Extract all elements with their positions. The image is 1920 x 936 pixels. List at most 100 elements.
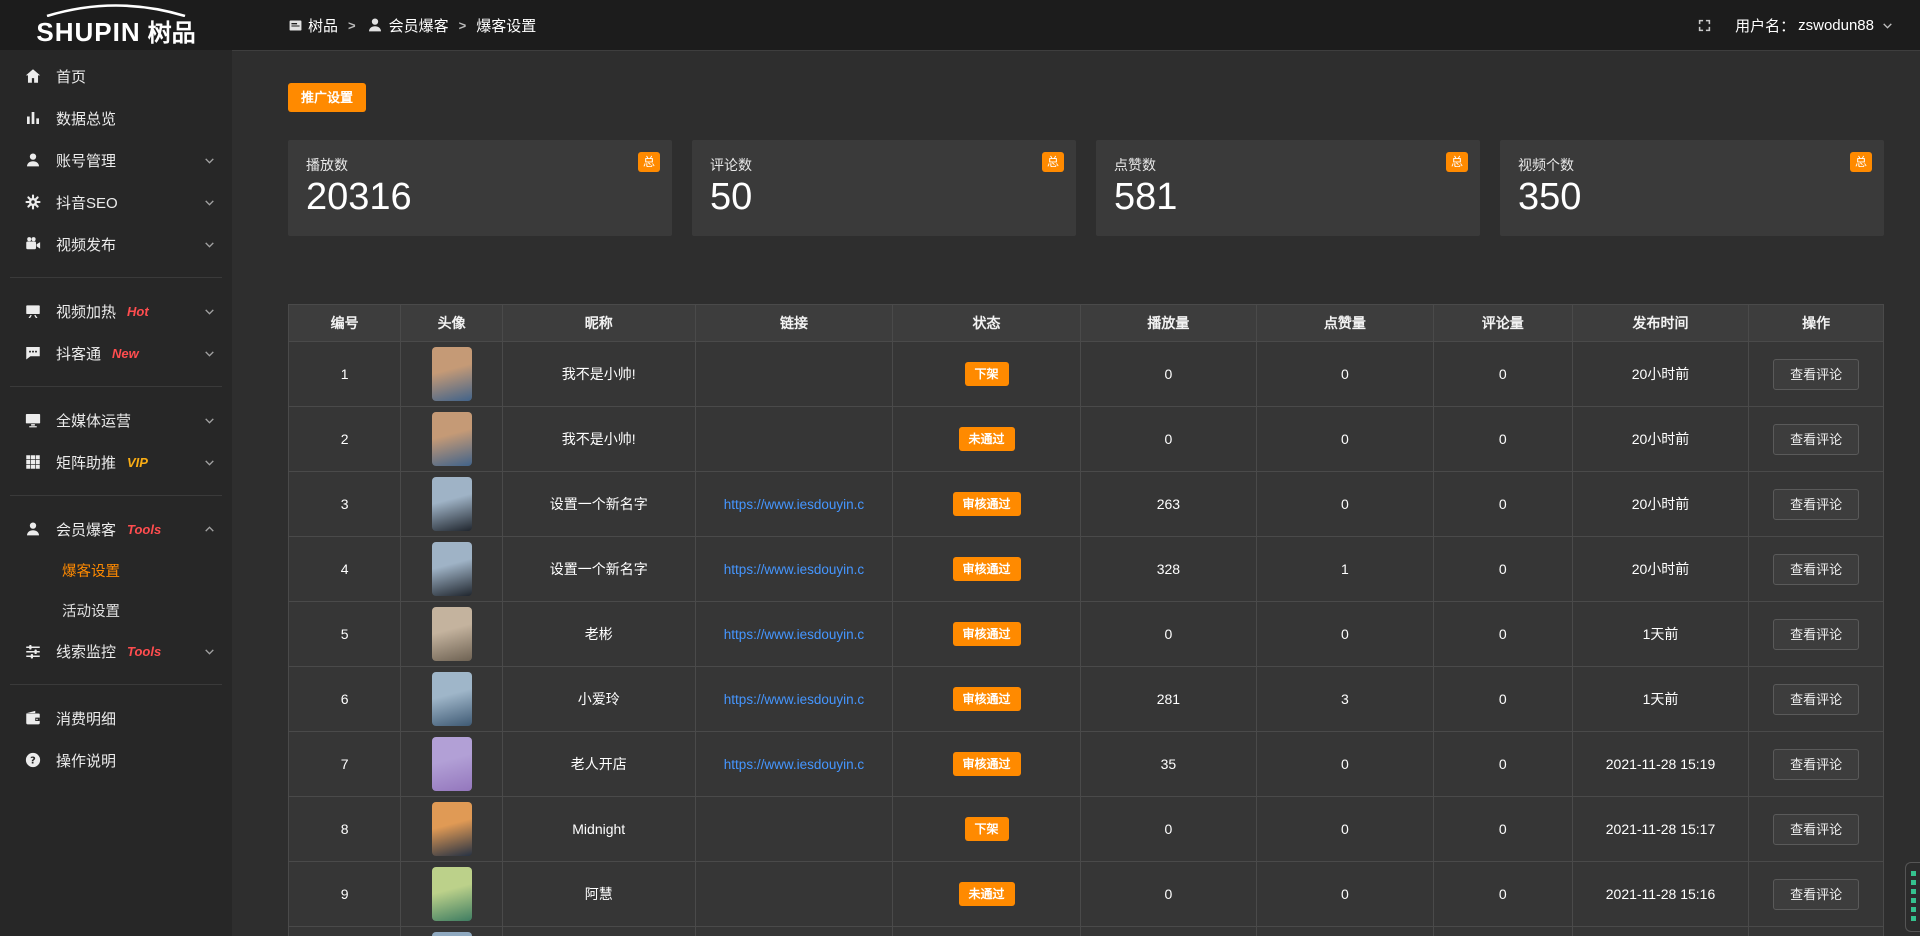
cell-plays	[1081, 927, 1258, 936]
status-button[interactable]: 未通过	[959, 882, 1015, 906]
chevron-down-icon	[203, 645, 216, 658]
sidebar-item[interactable]: 视频发布	[0, 223, 232, 265]
user-menu[interactable]: 用户名： zswodun88	[1735, 15, 1894, 36]
sidebar-item[interactable]: 首页	[0, 55, 232, 97]
cell-status: 审核通过	[893, 602, 1080, 666]
sidebar-subitem[interactable]: 爆客设置	[0, 550, 232, 590]
sidebar-item[interactable]: 抖客通 New	[0, 332, 232, 374]
table-row: 6 小爱玲 https://www.iesdouyin.c 审核通过 281 3	[289, 667, 1883, 732]
cell-avatar	[401, 732, 503, 796]
stat-value: 350	[1518, 177, 1866, 219]
sidebar-item[interactable]: 抖音SEO	[0, 181, 232, 223]
stat-label: 点赞数	[1114, 155, 1462, 175]
sidebar-item[interactable]: 视频加热 Hot	[0, 290, 232, 332]
sidebar-divider	[10, 386, 222, 387]
video-link[interactable]: https://www.iesdouyin.c	[724, 757, 864, 772]
sidebar-item[interactable]: 矩阵助推 VIP	[0, 441, 232, 483]
brand-logo: SHUPIN 树品	[0, 2, 232, 48]
column-header: 链接	[696, 305, 894, 341]
view-comments-button[interactable]: 查看评论	[1773, 359, 1859, 390]
view-comments-button[interactable]: 查看评论	[1773, 879, 1859, 910]
svg-text:?: ?	[30, 755, 36, 766]
sidebar: 首页 数据总览	[0, 50, 232, 936]
brand-name-en: SHUPIN	[36, 17, 140, 48]
cell-link: https://www.iesdouyin.c	[696, 472, 894, 536]
view-comments-button[interactable]: 查看评论	[1773, 749, 1859, 780]
sidebar-item[interactable]: 账号管理	[0, 139, 232, 181]
cell-status: 下架	[893, 342, 1080, 406]
cell-link: https://www.iesdouyin.c	[696, 537, 894, 601]
cell-number: 7	[289, 732, 401, 796]
cell-avatar	[401, 407, 503, 471]
sidebar-item-label: 会员爆客	[56, 519, 116, 540]
cell-plays: 0	[1081, 602, 1258, 666]
cell-plays: 0	[1081, 797, 1258, 861]
cell-nickname: Midnight	[503, 797, 696, 861]
video-link[interactable]: https://www.iesdouyin.c	[724, 627, 864, 642]
cell-status: 审核通过	[893, 537, 1080, 601]
view-comments-button[interactable]: 查看评论	[1773, 489, 1859, 520]
view-comments-button[interactable]: 查看评论	[1773, 619, 1859, 650]
breadcrumb-item[interactable]: 爆客设置	[476, 15, 536, 36]
stat-label: 视频个数	[1518, 155, 1866, 175]
sidebar-item-badge: Tools	[127, 522, 161, 537]
breadcrumb-item[interactable]: 树品	[288, 15, 338, 36]
cell-status: 未通过	[893, 407, 1080, 471]
breadcrumb-item[interactable]: 会员爆客	[366, 15, 449, 36]
status-button[interactable]: 审核通过	[953, 622, 1021, 646]
cell-plays: 328	[1081, 537, 1258, 601]
cell-action: 查看评论	[1749, 407, 1883, 471]
cell-avatar	[401, 602, 503, 666]
cell-nickname: 设置一个新名字	[503, 472, 696, 536]
cell-publish-time	[1573, 927, 1750, 936]
status-button[interactable]: 审核通过	[953, 752, 1021, 776]
video-link[interactable]: https://www.iesdouyin.c	[724, 692, 864, 707]
floating-widget[interactable]	[1905, 862, 1920, 932]
cell-publish-time: 20小时前	[1573, 407, 1750, 471]
column-header: 昵称	[503, 305, 696, 341]
view-comments-button[interactable]: 查看评论	[1773, 684, 1859, 715]
total-badge: 总	[1446, 152, 1468, 172]
sidebar-item[interactable]: ? 操作说明	[0, 739, 232, 781]
cell-nickname: 老彬	[503, 602, 696, 666]
video-link[interactable]: https://www.iesdouyin.c	[724, 497, 864, 512]
avatar	[432, 737, 472, 791]
status-button[interactable]: 审核通过	[953, 687, 1021, 711]
cell-number: 1	[289, 342, 401, 406]
cell-likes: 0	[1257, 797, 1434, 861]
column-header: 操作	[1749, 305, 1883, 341]
sidebar-item[interactable]: 消费明细	[0, 697, 232, 739]
view-comments-button[interactable]: 查看评论	[1773, 424, 1859, 455]
sidebar-item-label: 视频发布	[56, 234, 116, 255]
status-button[interactable]: 审核通过	[953, 492, 1021, 516]
status-button[interactable]: 下架	[965, 817, 1009, 841]
sliders-icon	[24, 642, 42, 660]
sidebar-item[interactable]: 会员爆客 Tools	[0, 508, 232, 550]
cell-publish-time: 2021-11-28 15:19	[1573, 732, 1750, 796]
sidebar-item[interactable]: 数据总览	[0, 97, 232, 139]
cell-plays: 0	[1081, 407, 1258, 471]
stats-row: 播放数 20316 总 评论数 50 总 点赞数 581 总 视频个数 350 …	[288, 140, 1884, 236]
cell-plays: 263	[1081, 472, 1258, 536]
cell-status: 审核通过	[893, 472, 1080, 536]
promo-settings-button[interactable]: 推广设置	[288, 83, 366, 112]
view-comments-button[interactable]: 查看评论	[1773, 814, 1859, 845]
video-link[interactable]: https://www.iesdouyin.c	[724, 562, 864, 577]
stat-value: 20316	[306, 177, 654, 219]
status-button[interactable]: 下架	[965, 362, 1009, 386]
sidebar-subitem[interactable]: 活动设置	[0, 590, 232, 630]
gear-icon	[24, 193, 42, 211]
cell-likes: 1	[1257, 537, 1434, 601]
cell-number: 3	[289, 472, 401, 536]
cell-number	[289, 927, 401, 936]
sidebar-item[interactable]: 全媒体运营	[0, 399, 232, 441]
status-button[interactable]: 未通过	[959, 427, 1015, 451]
sidebar-item[interactable]: 线索监控 Tools	[0, 630, 232, 672]
fullscreen-icon[interactable]	[1696, 17, 1713, 34]
column-header: 状态	[893, 305, 1080, 341]
view-comments-button[interactable]: 查看评论	[1773, 554, 1859, 585]
chevron-down-icon	[203, 347, 216, 360]
cell-action: 查看评论	[1749, 732, 1883, 796]
cell-avatar	[401, 927, 503, 936]
status-button[interactable]: 审核通过	[953, 557, 1021, 581]
